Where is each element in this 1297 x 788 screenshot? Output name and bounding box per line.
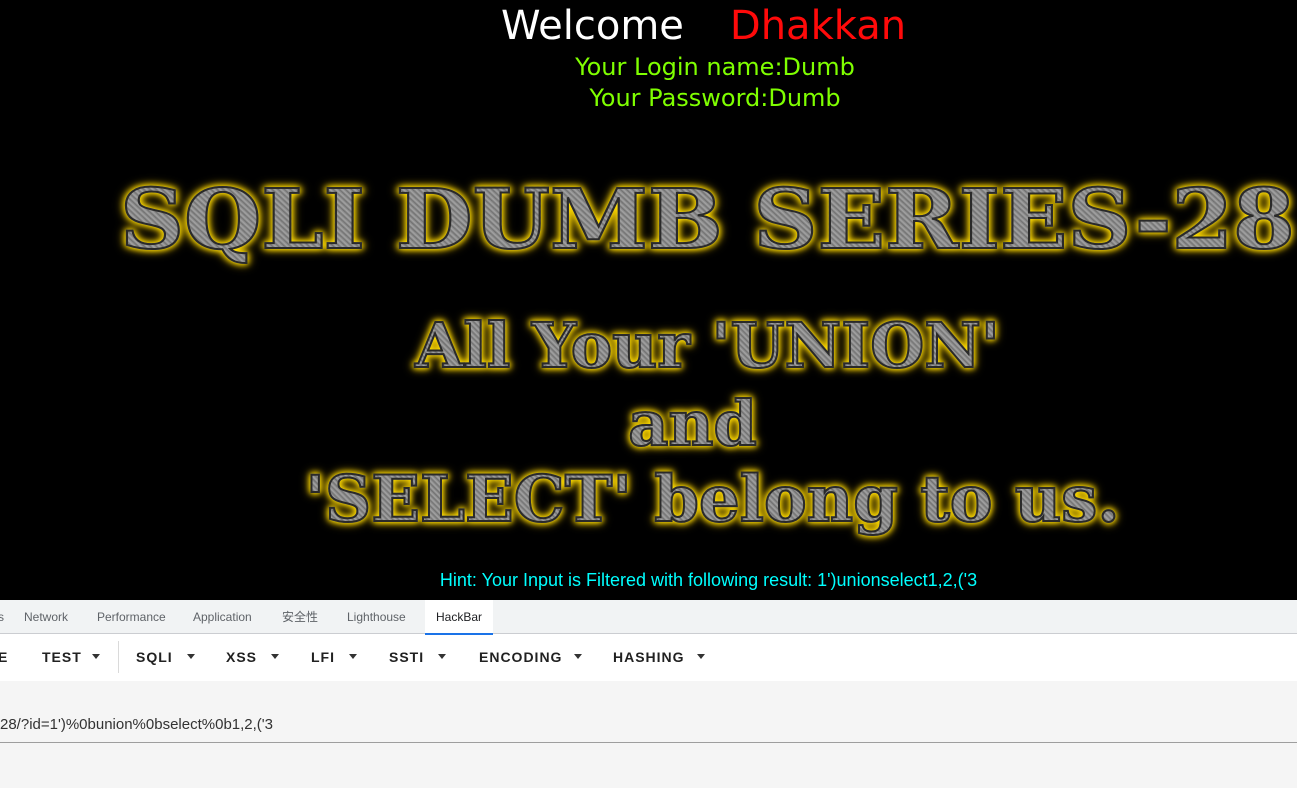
tab-performance[interactable]: Performance: [97, 600, 166, 634]
tab-security[interactable]: 安全性: [282, 600, 318, 634]
sqli-lab-page: Welcome Dhakkan Your Login name:Dumb Your…: [0, 0, 1297, 600]
menu-label: SQLI: [136, 649, 173, 665]
url-panel: [0, 681, 1297, 788]
menu-test[interactable]: TEST: [42, 635, 100, 681]
menu-label: LFI: [311, 649, 335, 665]
dropdown-caret-icon: [574, 654, 582, 659]
menu-sqli[interactable]: SQLI: [136, 635, 195, 681]
banner-line-2: and: [0, 386, 1297, 462]
password-text: Your Password:Dumb: [0, 83, 1297, 113]
menu-label: TEST: [42, 649, 82, 665]
toolbar-divider: [118, 641, 119, 673]
banner-line-1: All Your 'UNION': [0, 306, 1297, 386]
login-name-text: Your Login name:Dumb: [0, 52, 1297, 82]
filter-hint: Hint: Your Input is Filtered with follow…: [0, 568, 1297, 592]
dropdown-caret-icon: [187, 654, 195, 659]
series-title: SQLI DUMB SERIES-28: [0, 170, 1297, 270]
user-name: Dhakkan: [730, 3, 906, 49]
welcome-text: Welcome: [391, 3, 684, 49]
menu-ssti[interactable]: SSTI: [389, 635, 446, 681]
menu-execute-partial[interactable]: E: [0, 635, 8, 681]
banner-line-3: 'SELECT' belong to us.: [0, 460, 1297, 540]
hackbar-toolbar: E TEST SQLI XSS LFI SSTI ENCODING HASHIN…: [0, 635, 1297, 681]
menu-label: HASHING: [613, 649, 685, 665]
tab-partial[interactable]: s: [0, 600, 4, 634]
tab-lighthouse[interactable]: Lighthouse: [347, 600, 406, 634]
tab-hackbar[interactable]: HackBar: [425, 600, 493, 634]
tab-application[interactable]: Application: [193, 600, 252, 634]
menu-label: ENCODING: [479, 649, 562, 665]
dropdown-caret-icon: [697, 654, 705, 659]
menu-label: SSTI: [389, 649, 424, 665]
url-input[interactable]: [0, 707, 1297, 743]
menu-lfi[interactable]: LFI: [311, 635, 357, 681]
dropdown-caret-icon: [349, 654, 357, 659]
tab-network[interactable]: Network: [24, 600, 68, 634]
menu-encoding[interactable]: ENCODING: [479, 635, 582, 681]
dropdown-caret-icon: [92, 654, 100, 659]
devtools-tab-bar: s Network Performance Application 安全性 Li…: [0, 600, 1297, 634]
menu-label: E: [0, 649, 8, 665]
devtools-panel: s Network Performance Application 安全性 Li…: [0, 600, 1297, 788]
dropdown-caret-icon: [438, 654, 446, 659]
menu-xss[interactable]: XSS: [226, 635, 279, 681]
welcome-heading: Welcome Dhakkan: [0, 2, 1297, 50]
dropdown-caret-icon: [271, 654, 279, 659]
menu-hashing[interactable]: HASHING: [613, 635, 705, 681]
menu-label: XSS: [226, 649, 257, 665]
